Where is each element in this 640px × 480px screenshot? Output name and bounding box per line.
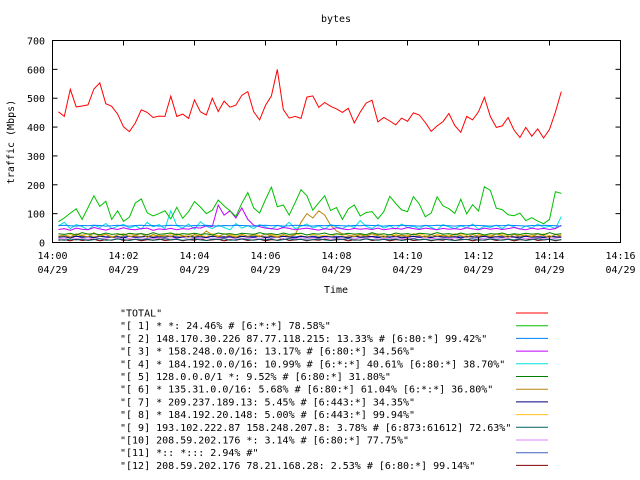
x-tick-label-date: 04/29 [463, 265, 493, 276]
legend-label-0: "TOTAL" [120, 309, 162, 320]
x-tick-label-date: 04/29 [605, 265, 635, 276]
x-tick-label-time: 14:12 [463, 251, 493, 262]
legend-label-10: "[10] 208.59.202.176 *: 3.14% # [6:80:*]… [120, 436, 409, 447]
x-axis-label: Time [324, 285, 348, 296]
series-line-0 [58, 69, 562, 139]
y-tick-label: 500 [27, 94, 45, 105]
y-tick-label: 200 [27, 181, 45, 192]
legend-label-11: "[11] *:: *::: 2.94% #" [120, 448, 258, 459]
x-tick-label-date: 04/29 [250, 265, 280, 276]
legend-label-5: "[ 5] 128.0.0.0/1 *: 9.52% # [6:80:*] 31… [120, 372, 391, 383]
x-tick-label-date: 04/29 [108, 265, 138, 276]
legend-label-12: "[12] 208.59.202.176 78.21.168.28: 2.53%… [120, 461, 475, 472]
y-tick-label: 700 [27, 37, 45, 48]
x-tick-label-date: 04/29 [534, 265, 564, 276]
plot-frame [52, 40, 621, 243]
legend-label-8: "[ 8] * 184.192.20.148: 5.00% # [6:443:*… [120, 410, 415, 421]
x-tick-label-date: 04/29 [392, 265, 422, 276]
chart-title: bytes [321, 14, 351, 25]
x-tick-label-time: 14:02 [108, 251, 138, 262]
y-tick-label: 300 [27, 152, 45, 163]
y-tick-label: 100 [27, 210, 45, 221]
legend-label-1: "[ 1] * *: 24.46% # [6:*:*] 78.58%" [120, 321, 331, 332]
x-tick-label-time: 14:06 [250, 251, 280, 262]
y-axis-label: traffic (Mbps) [6, 100, 17, 184]
x-tick-label-time: 14:04 [179, 251, 209, 262]
y-tick-label: 0 [39, 239, 45, 250]
series-line-1 [58, 185, 562, 225]
x-tick-label-time: 14:10 [392, 251, 422, 262]
series-line-4 [58, 209, 562, 231]
x-tick-label-time: 14:00 [37, 251, 67, 262]
legend: "TOTAL""[ 1] * *: 24.46% # [6:*:*] 78.58… [120, 309, 548, 472]
legend-label-6: "[ 6] * 135.31.0.0/16: 5.68% # [6:80:*] … [120, 385, 493, 396]
legend-label-3: "[ 3] * 158.248.0.0/16: 13.17% # [6:80:*… [120, 347, 415, 358]
y-tick-label: 400 [27, 123, 45, 134]
y-tick-label: 600 [27, 65, 45, 76]
legend-label-7: "[ 7] * 209.237.189.13: 5.45% # [6:443:*… [120, 397, 415, 408]
x-tick-label-time: 14:08 [321, 251, 351, 262]
x-tick-label-date: 04/29 [179, 265, 209, 276]
legend-label-2: "[ 2] 148.170.30.226 87.77.118.215: 13.3… [120, 334, 487, 345]
legend-label-4: "[ 4] * 184.192.0.0/16: 10.99% # [6:*:*]… [120, 359, 505, 370]
x-tick-label-time: 14:16 [605, 251, 635, 262]
legend-label-9: "[ 9] 193.102.222.87 158.248.207.8: 3.78… [120, 423, 511, 434]
x-tick-label-date: 04/29 [321, 265, 351, 276]
series-line-6 [58, 210, 562, 238]
plot-lines [58, 69, 562, 242]
x-axis-ticks: 14:00 04/29 14:02 04/29 14:04 04/29 14:06 04/29… [37, 40, 636, 276]
x-tick-label-date: 04/29 [37, 265, 67, 276]
series-line-2 [58, 224, 562, 227]
traffic-chart: bytes traffic (Mbps) Time 0 100 200 300 400 5… [6, 14, 636, 472]
x-tick-label-time: 14:14 [534, 251, 564, 262]
